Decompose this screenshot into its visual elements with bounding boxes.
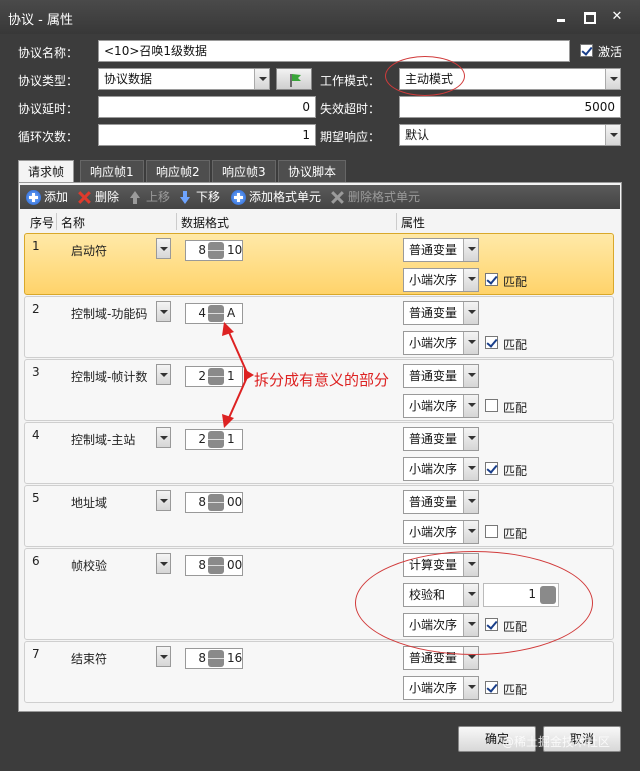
annotation-arrowhead-top	[222, 322, 234, 336]
annotation-arrowhead-bottom	[222, 414, 234, 428]
annotation-arrowhead-right	[244, 369, 254, 381]
watermark: @稀土掘金技术社区	[502, 735, 611, 749]
annotation-text: 拆分成有意义的部分	[254, 371, 390, 389]
